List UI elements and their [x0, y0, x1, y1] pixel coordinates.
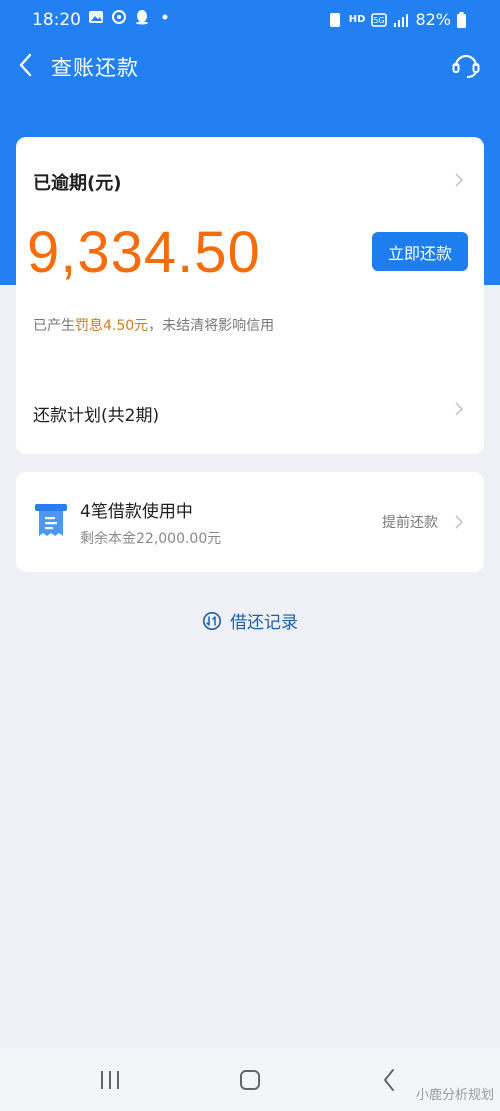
loan-card[interactable]: 4笔借款使用中 剩余本金22,000.00元 提前还款 [16, 472, 484, 572]
repay-now-button[interactable]: 立即还款 [372, 232, 468, 271]
penalty-note: 已产生罚息4.50元，未结清将影响信用 [33, 315, 274, 335]
repayment-plan-link[interactable]: 还款计划(共2期) [33, 401, 159, 426]
prepay-link[interactable]: 提前还款 [382, 512, 438, 532]
battery-percent: 82% [415, 10, 451, 29]
5g-icon: 5G [371, 12, 388, 27]
chevron-right-icon[interactable] [453, 514, 465, 530]
home-icon[interactable] [236, 1066, 264, 1094]
loan-title: 4笔借款使用中 [80, 502, 193, 522]
signal-icon [394, 13, 409, 27]
status-time: 18:20 [32, 10, 81, 30]
overdue-label: 已逾期(元) [33, 173, 122, 194]
watermark: 小鹿分析规划 [415, 1088, 494, 1103]
battery-icon [457, 11, 466, 28]
sim-icon [329, 12, 340, 27]
back-arrow-icon[interactable] [12, 50, 42, 80]
receipt-icon [35, 504, 67, 536]
chevron-right-icon[interactable] [453, 401, 465, 417]
overdue-card: 已逾期(元) 9,334.50 立即还款 已产生罚息4.50元，未结清将影响信用… [16, 137, 484, 454]
overdue-amount: 9,334.50 [27, 220, 261, 285]
customer-service-icon[interactable] [450, 49, 482, 81]
dot-icon [162, 14, 168, 20]
penalty-suffix: ，未结清将影响信用 [148, 318, 275, 334]
remaining-principal: 剩余本金22,000.00元 [80, 531, 222, 547]
records-icon [203, 611, 221, 630]
sync-icon [112, 10, 126, 24]
image-icon [89, 11, 103, 23]
status-icons-right: HD 5G 82% [327, 10, 466, 29]
nav-bar: 查账还款 [0, 42, 500, 90]
svg-text:5G: 5G [374, 16, 385, 25]
borrow-repay-records-link[interactable]: 借还记录 [0, 608, 500, 633]
qq-icon [136, 10, 148, 25]
page-title: 查账还款 [51, 56, 139, 80]
status-icons-left [88, 9, 173, 25]
penalty-prefix: 已产生 [33, 318, 75, 334]
status-bar: 18:20 HD 5G 82% [0, 0, 500, 42]
records-label: 借还记录 [230, 613, 298, 633]
system-back-icon[interactable] [376, 1066, 404, 1094]
network-label: HD [348, 14, 366, 25]
chevron-right-icon[interactable] [453, 172, 465, 188]
recent-apps-icon[interactable] [96, 1066, 124, 1094]
penalty-amount: 罚息4.50元 [75, 318, 149, 334]
